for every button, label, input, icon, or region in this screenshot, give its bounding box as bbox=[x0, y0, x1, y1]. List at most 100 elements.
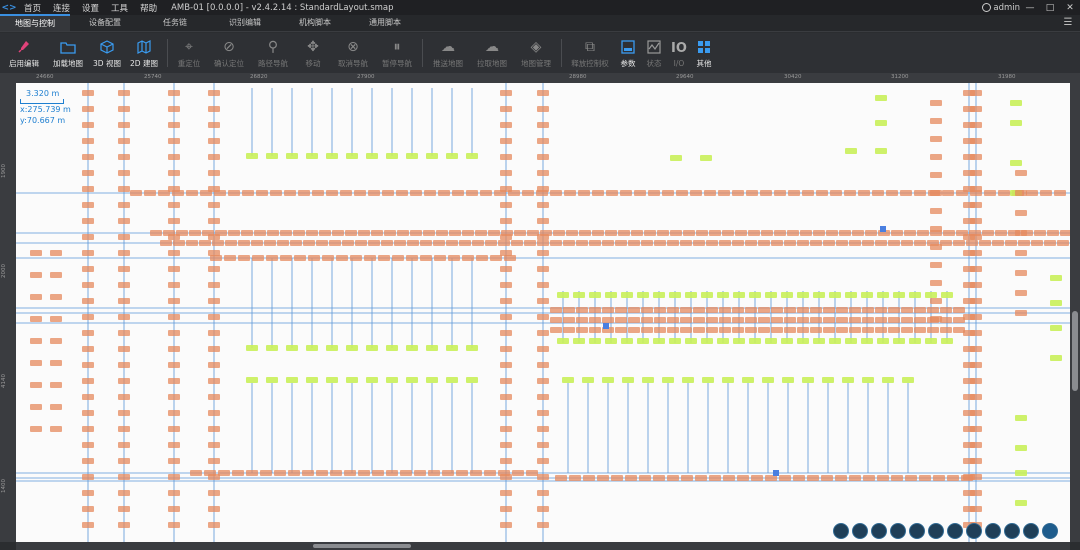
map-station bbox=[872, 190, 884, 196]
map-station bbox=[823, 317, 835, 323]
view-tool-button[interactable] bbox=[852, 523, 868, 539]
map-station bbox=[984, 190, 996, 196]
map-station bbox=[30, 250, 42, 256]
view-tool-button[interactable] bbox=[1023, 523, 1039, 539]
map-station bbox=[1005, 240, 1017, 246]
map-management-button[interactable]: ◈ 地图管理 bbox=[514, 33, 558, 73]
map-station bbox=[685, 338, 697, 344]
view-tool-button[interactable] bbox=[909, 523, 925, 539]
map-station bbox=[1026, 190, 1038, 196]
push-map-button[interactable]: ☁ 推送地图 bbox=[426, 33, 470, 73]
view-tool-button[interactable] bbox=[1004, 523, 1020, 539]
ruler-x-tick: 27900 bbox=[357, 74, 375, 80]
menu-settings[interactable]: 设置 bbox=[76, 2, 105, 14]
menu-tools[interactable]: 工具 bbox=[105, 2, 134, 14]
map-station bbox=[917, 230, 929, 236]
menu-help[interactable]: 帮助 bbox=[134, 2, 163, 14]
menu-connect[interactable]: 连接 bbox=[47, 2, 76, 14]
vertical-scrollbar[interactable] bbox=[1070, 73, 1080, 542]
map-station bbox=[943, 230, 955, 236]
mapping-2d-button[interactable]: 2D 建图 bbox=[124, 33, 164, 73]
view-tool-button[interactable] bbox=[966, 523, 982, 539]
map-station bbox=[446, 345, 458, 351]
view-tool-button[interactable] bbox=[833, 523, 849, 539]
map-station bbox=[537, 218, 549, 224]
view-3d-button[interactable]: 3D 视图 bbox=[90, 33, 124, 73]
map-station bbox=[829, 338, 841, 344]
horizontal-scrollbar[interactable] bbox=[16, 542, 1070, 550]
view-tool-button[interactable] bbox=[1042, 523, 1058, 539]
params-button[interactable]: 参数 bbox=[615, 33, 641, 73]
user-name: admin bbox=[993, 2, 1020, 13]
horizontal-scroll-thumb[interactable] bbox=[313, 544, 411, 548]
map-station bbox=[862, 307, 874, 313]
path-nav-button[interactable]: ⚲ 路径导航 bbox=[251, 33, 295, 73]
enable-edit-button[interactable]: 启用编辑 bbox=[2, 33, 46, 73]
view-tool-button[interactable] bbox=[928, 523, 944, 539]
view-tool-button[interactable] bbox=[985, 523, 1001, 539]
vertical-scroll-thumb[interactable] bbox=[1072, 311, 1078, 391]
maximize-button[interactable]: □ bbox=[1040, 0, 1060, 15]
map-station bbox=[555, 475, 567, 481]
map-station bbox=[662, 190, 674, 196]
map-station bbox=[550, 317, 562, 323]
map-layout-svg[interactable] bbox=[16, 83, 1070, 542]
other-button[interactable]: 其他 bbox=[691, 33, 717, 73]
map-station bbox=[810, 240, 822, 246]
map-station bbox=[844, 190, 856, 196]
map-station bbox=[118, 138, 130, 144]
path-nav-label: 路径导航 bbox=[258, 59, 288, 68]
map-station bbox=[774, 190, 786, 196]
load-map-button[interactable]: 加载地图 bbox=[46, 33, 90, 73]
user-account[interactable]: admin bbox=[982, 0, 1020, 15]
map-station bbox=[228, 190, 240, 196]
confirm-location-button[interactable]: ⊘ 确认定位 bbox=[207, 33, 251, 73]
map-station bbox=[670, 155, 682, 161]
ruler-y-tick: 1900 bbox=[1, 164, 7, 178]
menu-home[interactable]: 首页 bbox=[18, 2, 47, 14]
map-station bbox=[732, 190, 744, 196]
io-button[interactable]: IO I/O bbox=[667, 33, 691, 73]
cancel-nav-button[interactable]: ⊗ 取消导航 bbox=[331, 33, 375, 73]
map-station bbox=[761, 230, 773, 236]
map-station bbox=[384, 230, 396, 236]
map-station bbox=[784, 307, 796, 313]
map-canvas[interactable]: 3.320 m x:275.739 m y:70.667 m bbox=[16, 83, 1070, 542]
relocate-button[interactable]: ⌖ 重定位 bbox=[171, 33, 207, 73]
tab-recognition-edit[interactable]: 识别编辑 bbox=[210, 14, 280, 31]
map-station bbox=[476, 255, 488, 261]
minimize-button[interactable]: — bbox=[1020, 0, 1040, 15]
map-station bbox=[208, 234, 220, 240]
map-station bbox=[316, 470, 328, 476]
status-button[interactable]: 状态 bbox=[641, 33, 667, 73]
move-button[interactable]: ✥ 移动 bbox=[295, 33, 331, 73]
map-station bbox=[628, 307, 640, 313]
map-station bbox=[1010, 100, 1022, 106]
map-station bbox=[30, 426, 42, 432]
view-tool-button[interactable] bbox=[947, 523, 963, 539]
map-station bbox=[995, 230, 1007, 236]
tab-general-script[interactable]: 通用脚本 bbox=[350, 14, 420, 31]
panel-settings-icon[interactable]: ☰ bbox=[1062, 17, 1074, 29]
close-button[interactable]: ✕ bbox=[1060, 0, 1080, 15]
map-station bbox=[979, 240, 991, 246]
map-station bbox=[589, 292, 601, 298]
map-station bbox=[500, 346, 512, 352]
tab-device-config[interactable]: 设备配置 bbox=[70, 14, 140, 31]
view-tool-button[interactable] bbox=[890, 523, 906, 539]
map-station bbox=[901, 327, 913, 333]
tab-task-chain[interactable]: 任务链 bbox=[140, 14, 210, 31]
map-station bbox=[628, 240, 640, 246]
tab-mechanism-script[interactable]: 机构脚本 bbox=[280, 14, 350, 31]
pause-nav-button[interactable]: ⏸ 暂停导航 bbox=[375, 33, 419, 73]
map-station bbox=[118, 106, 130, 112]
map-station bbox=[909, 338, 921, 344]
map-station bbox=[970, 394, 982, 400]
map-station bbox=[605, 338, 617, 344]
tab-map-control[interactable]: 地图与控制 bbox=[0, 14, 70, 31]
pull-map-button[interactable]: ☁ 拉取地图 bbox=[470, 33, 514, 73]
release-control-button[interactable]: ⧉ 释放控制权 bbox=[565, 33, 615, 73]
map-station bbox=[355, 240, 367, 246]
view-tool-button[interactable] bbox=[871, 523, 887, 539]
map-station bbox=[863, 475, 875, 481]
